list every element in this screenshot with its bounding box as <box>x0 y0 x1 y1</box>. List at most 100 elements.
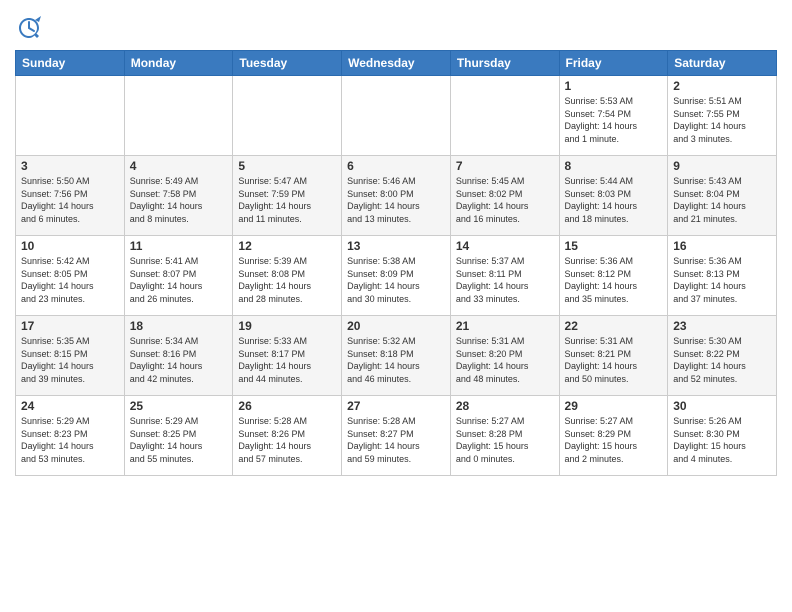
calendar-cell <box>124 76 233 156</box>
day-info: Sunrise: 5:33 AM Sunset: 8:17 PM Dayligh… <box>238 335 336 385</box>
calendar-cell: 22 Sunrise: 5:31 AM Sunset: 8:21 PM Dayli… <box>559 316 668 396</box>
day-number: 2 <box>673 79 771 93</box>
calendar-cell: 24 Sunrise: 5:29 AM Sunset: 8:23 PM Dayli… <box>16 396 125 476</box>
day-number: 9 <box>673 159 771 173</box>
header-saturday: Saturday <box>668 51 777 76</box>
day-number: 13 <box>347 239 445 253</box>
calendar-cell: 23 Sunrise: 5:30 AM Sunset: 8:22 PM Dayli… <box>668 316 777 396</box>
header-tuesday: Tuesday <box>233 51 342 76</box>
day-number: 24 <box>21 399 119 413</box>
day-number: 25 <box>130 399 228 413</box>
calendar-cell: 7Sunrise: 5:45 AM Sunset: 8:02 PM Daylig… <box>450 156 559 236</box>
calendar: Sunday Monday Tuesday Wednesday Thursday… <box>15 50 777 476</box>
calendar-cell: 17 Sunrise: 5:35 AM Sunset: 8:15 PM Dayli… <box>16 316 125 396</box>
calendar-cell: 3Sunrise: 5:50 AM Sunset: 7:56 PM Daylig… <box>16 156 125 236</box>
day-number: 6 <box>347 159 445 173</box>
calendar-cell <box>16 76 125 156</box>
day-number: 4 <box>130 159 228 173</box>
day-number: 26 <box>238 399 336 413</box>
day-number: 29 <box>565 399 663 413</box>
day-info: Sunrise: 5:49 AM Sunset: 7:58 PM Dayligh… <box>130 175 228 225</box>
header-sunday: Sunday <box>16 51 125 76</box>
day-number: 27 <box>347 399 445 413</box>
header-thursday: Thursday <box>450 51 559 76</box>
weekday-header-row: Sunday Monday Tuesday Wednesday Thursday… <box>16 51 777 76</box>
day-number: 11 <box>130 239 228 253</box>
logo-icon <box>15 14 43 42</box>
calendar-cell: 13 Sunrise: 5:38 AM Sunset: 8:09 PM Dayli… <box>342 236 451 316</box>
calendar-cell: 30 Sunrise: 5:26 AM Sunset: 8:30 PM Dayli… <box>668 396 777 476</box>
calendar-cell: 2 Sunrise: 5:51 AM Sunset: 7:55 PM Daylig… <box>668 76 777 156</box>
calendar-cell: 8 Sunrise: 5:44 AM Sunset: 8:03 PM Daylig… <box>559 156 668 236</box>
calendar-cell <box>233 76 342 156</box>
calendar-cell: 28 Sunrise: 5:27 AM Sunset: 8:28 PM Dayli… <box>450 396 559 476</box>
day-info: Sunrise: 5:29 AM Sunset: 8:25 PM Dayligh… <box>130 415 228 465</box>
day-info: Sunrise: 5:29 AM Sunset: 8:23 PM Dayligh… <box>21 415 119 465</box>
day-number: 17 <box>21 319 119 333</box>
day-number: 22 <box>565 319 663 333</box>
day-info: Sunrise: 5:39 AM Sunset: 8:08 PM Dayligh… <box>238 255 336 305</box>
calendar-cell <box>450 76 559 156</box>
calendar-cell: 9 Sunrise: 5:43 AM Sunset: 8:04 PM Daylig… <box>668 156 777 236</box>
day-info: Sunrise: 5:53 AM Sunset: 7:54 PM Dayligh… <box>565 95 663 145</box>
day-number: 20 <box>347 319 445 333</box>
day-number: 30 <box>673 399 771 413</box>
calendar-cell: 12 Sunrise: 5:39 AM Sunset: 8:08 PM Dayli… <box>233 236 342 316</box>
calendar-cell: 20 Sunrise: 5:32 AM Sunset: 8:18 PM Dayli… <box>342 316 451 396</box>
header-friday: Friday <box>559 51 668 76</box>
calendar-cell: 21 Sunrise: 5:31 AM Sunset: 8:20 PM Dayli… <box>450 316 559 396</box>
calendar-cell: 14Sunrise: 5:37 AM Sunset: 8:11 PM Dayli… <box>450 236 559 316</box>
day-number: 8 <box>565 159 663 173</box>
day-number: 5 <box>238 159 336 173</box>
day-info: Sunrise: 5:36 AM Sunset: 8:12 PM Dayligh… <box>565 255 663 305</box>
week-row-0: 1 Sunrise: 5:53 AM Sunset: 7:54 PM Daylig… <box>16 76 777 156</box>
day-info: Sunrise: 5:51 AM Sunset: 7:55 PM Dayligh… <box>673 95 771 145</box>
day-info: Sunrise: 5:31 AM Sunset: 8:21 PM Dayligh… <box>565 335 663 385</box>
calendar-cell: 11 Sunrise: 5:41 AM Sunset: 8:07 PM Dayli… <box>124 236 233 316</box>
day-info: Sunrise: 5:28 AM Sunset: 8:26 PM Dayligh… <box>238 415 336 465</box>
day-number: 19 <box>238 319 336 333</box>
day-info: Sunrise: 5:43 AM Sunset: 8:04 PM Dayligh… <box>673 175 771 225</box>
logo <box>15 14 46 42</box>
calendar-cell: 25 Sunrise: 5:29 AM Sunset: 8:25 PM Dayli… <box>124 396 233 476</box>
day-number: 28 <box>456 399 554 413</box>
day-number: 10 <box>21 239 119 253</box>
day-info: Sunrise: 5:34 AM Sunset: 8:16 PM Dayligh… <box>130 335 228 385</box>
calendar-cell: 4 Sunrise: 5:49 AM Sunset: 7:58 PM Daylig… <box>124 156 233 236</box>
day-number: 15 <box>565 239 663 253</box>
header <box>15 10 777 42</box>
day-info: Sunrise: 5:41 AM Sunset: 8:07 PM Dayligh… <box>130 255 228 305</box>
calendar-cell: 5Sunrise: 5:47 AM Sunset: 7:59 PM Daylig… <box>233 156 342 236</box>
day-number: 21 <box>456 319 554 333</box>
day-info: Sunrise: 5:38 AM Sunset: 8:09 PM Dayligh… <box>347 255 445 305</box>
page: Sunday Monday Tuesday Wednesday Thursday… <box>0 0 792 612</box>
day-info: Sunrise: 5:28 AM Sunset: 8:27 PM Dayligh… <box>347 415 445 465</box>
week-row-2: 10 Sunrise: 5:42 AM Sunset: 8:05 PM Dayli… <box>16 236 777 316</box>
calendar-cell: 26 Sunrise: 5:28 AM Sunset: 8:26 PM Dayli… <box>233 396 342 476</box>
calendar-cell: 27 Sunrise: 5:28 AM Sunset: 8:27 PM Dayli… <box>342 396 451 476</box>
calendar-cell: 6Sunrise: 5:46 AM Sunset: 8:00 PM Daylig… <box>342 156 451 236</box>
calendar-cell: 15 Sunrise: 5:36 AM Sunset: 8:12 PM Dayli… <box>559 236 668 316</box>
day-number: 7 <box>456 159 554 173</box>
day-info: Sunrise: 5:27 AM Sunset: 8:28 PM Dayligh… <box>456 415 554 465</box>
day-number: 16 <box>673 239 771 253</box>
day-info: Sunrise: 5:36 AM Sunset: 8:13 PM Dayligh… <box>673 255 771 305</box>
week-row-1: 3Sunrise: 5:50 AM Sunset: 7:56 PM Daylig… <box>16 156 777 236</box>
calendar-cell: 1 Sunrise: 5:53 AM Sunset: 7:54 PM Daylig… <box>559 76 668 156</box>
day-number: 1 <box>565 79 663 93</box>
day-info: Sunrise: 5:35 AM Sunset: 8:15 PM Dayligh… <box>21 335 119 385</box>
day-info: Sunrise: 5:42 AM Sunset: 8:05 PM Dayligh… <box>21 255 119 305</box>
day-number: 12 <box>238 239 336 253</box>
day-info: Sunrise: 5:30 AM Sunset: 8:22 PM Dayligh… <box>673 335 771 385</box>
day-info: Sunrise: 5:26 AM Sunset: 8:30 PM Dayligh… <box>673 415 771 465</box>
calendar-cell: 19 Sunrise: 5:33 AM Sunset: 8:17 PM Dayli… <box>233 316 342 396</box>
calendar-cell: 18Sunrise: 5:34 AM Sunset: 8:16 PM Dayli… <box>124 316 233 396</box>
day-number: 14 <box>456 239 554 253</box>
day-info: Sunrise: 5:31 AM Sunset: 8:20 PM Dayligh… <box>456 335 554 385</box>
week-row-4: 24 Sunrise: 5:29 AM Sunset: 8:23 PM Dayli… <box>16 396 777 476</box>
day-info: Sunrise: 5:32 AM Sunset: 8:18 PM Dayligh… <box>347 335 445 385</box>
header-wednesday: Wednesday <box>342 51 451 76</box>
day-info: Sunrise: 5:44 AM Sunset: 8:03 PM Dayligh… <box>565 175 663 225</box>
day-number: 23 <box>673 319 771 333</box>
day-info: Sunrise: 5:50 AM Sunset: 7:56 PM Dayligh… <box>21 175 119 225</box>
